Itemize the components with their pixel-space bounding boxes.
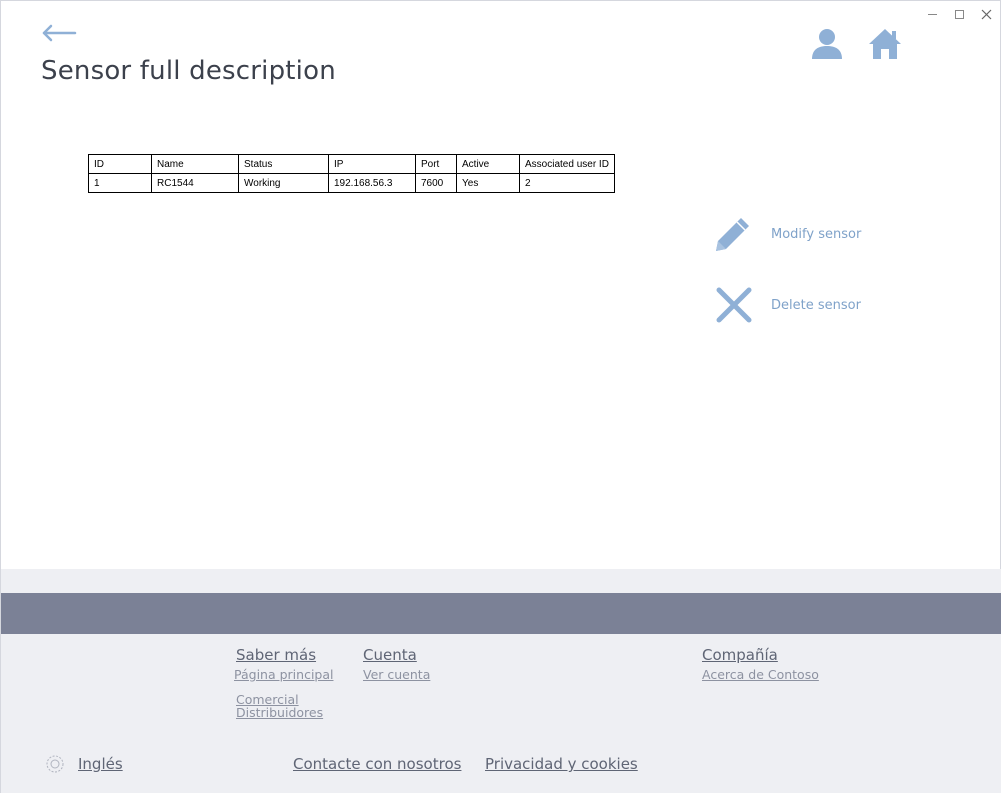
footer-column-compania: Compañía Acerca de Contoso <box>702 646 819 681</box>
footer-band <box>1 593 1001 634</box>
footer-spacer <box>1 569 1001 593</box>
maximize-button[interactable] <box>952 7 967 22</box>
cell-ip: 192.168.56.3 <box>328 173 416 193</box>
home-icon[interactable] <box>867 26 903 62</box>
cell-port: 7600 <box>415 173 457 193</box>
language-label: Inglés <box>78 755 123 773</box>
app-window: Sensor full description ID Name Status I… <box>0 0 1001 793</box>
pencil-icon <box>716 218 749 251</box>
footer-link-acerca-de-contoso[interactable]: Acerca de Contoso <box>702 668 819 681</box>
cell-name: RC1544 <box>151 173 239 193</box>
maximize-icon <box>955 10 964 19</box>
footer: Saber más Página principal Comercial Dis… <box>1 634 1001 793</box>
close-x-icon <box>716 287 752 323</box>
footer-heading-cuenta[interactable]: Cuenta <box>363 646 430 664</box>
table-header-row: ID Name Status IP Port Active Associated… <box>88 154 615 174</box>
footer-link-pagina-principal[interactable]: Página principal <box>234 668 333 681</box>
modify-sensor-label: Modify sensor <box>771 226 862 242</box>
language-selector[interactable]: Inglés <box>45 754 123 774</box>
minimize-icon <box>928 14 937 15</box>
cell-active: Yes <box>456 173 520 193</box>
footer-heading-compania[interactable]: Compañía <box>702 646 819 664</box>
header-active: Active <box>456 154 520 174</box>
window-controls <box>925 7 994 22</box>
globe-icon <box>46 755 64 773</box>
header-status: Status <box>238 154 329 174</box>
header-ip: IP <box>328 154 416 174</box>
header-id: ID <box>88 154 152 174</box>
close-window-button[interactable] <box>979 7 994 22</box>
close-icon <box>981 9 992 20</box>
footer-link-distribuidores[interactable]: Distribuidores <box>236 706 333 719</box>
footer-column-saber-mas: Saber más Página principal Comercial Dis… <box>234 646 333 719</box>
page-title: Sensor full description <box>41 56 336 86</box>
user-icon[interactable] <box>809 26 845 62</box>
footer-heading-saber-mas[interactable]: Saber más <box>236 646 333 664</box>
header-port: Port <box>415 154 457 174</box>
sensor-table: ID Name Status IP Port Active Associated… <box>88 154 615 193</box>
cell-status: Working <box>238 173 329 193</box>
cell-associated-user-id: 2 <box>519 173 615 193</box>
delete-sensor-button[interactable]: Delete sensor <box>713 285 861 325</box>
delete-sensor-label: Delete sensor <box>771 297 861 313</box>
top-nav-icons <box>809 26 903 62</box>
modify-sensor-button[interactable]: Modify sensor <box>713 214 861 254</box>
header-name: Name <box>151 154 239 174</box>
cell-id: 1 <box>88 173 152 193</box>
contact-link[interactable]: Contacte con nosotros <box>293 755 461 773</box>
footer-column-cuenta: Cuenta Ver cuenta <box>363 646 430 681</box>
privacy-link[interactable]: Privacidad y cookies <box>485 755 638 773</box>
arrow-left-icon[interactable] <box>41 21 77 45</box>
header-associated-user-id: Associated user ID <box>519 154 615 174</box>
footer-link-ver-cuenta[interactable]: Ver cuenta <box>363 668 430 681</box>
minimize-button[interactable] <box>925 7 940 22</box>
table-row: 1 RC1544 Working 192.168.56.3 7600 Yes 2 <box>88 173 615 193</box>
